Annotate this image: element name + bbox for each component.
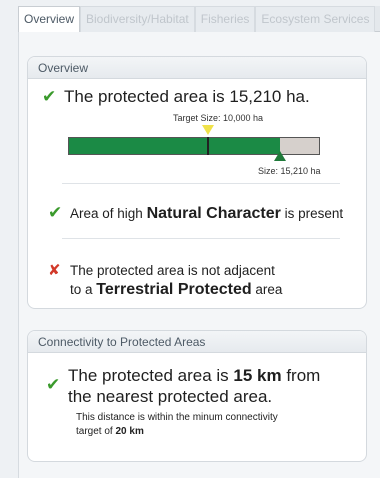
tab-biodiversity-habitat[interactable]: Biodiversity/Habitat [80, 6, 195, 32]
target-line [206, 137, 209, 155]
terrestrial-row: ✘ The protected area is not adjacent to … [48, 261, 282, 299]
connectivity-line1: The protected area is 15 km from [68, 365, 320, 386]
connectivity-note-line1: This distance is within the minum connec… [76, 412, 278, 423]
target-size-label: Target Size: 10,000 ha [173, 113, 264, 123]
natural-pre: Area of high [70, 205, 143, 221]
area-size-text: The protected area is 15,210 ha. [64, 87, 310, 106]
area-size-row: ✔ The protected area is 15,210 ha. [42, 87, 310, 107]
check-icon: ✔ [46, 375, 61, 394]
tab-overview[interactable]: Overview [18, 6, 81, 33]
connectivity-panel-header: Connectivity to Protected Areas [28, 331, 366, 353]
connectivity-note-strong: 20 km [115, 426, 144, 437]
natural-character-row: ✔ Area of high Natural Character is pres… [48, 203, 343, 223]
connectivity-note-pre: target of [76, 426, 113, 437]
tab-fisheries[interactable]: Fisheries [194, 6, 256, 32]
terrestrial-line1: The protected area is not adjacent [70, 263, 275, 278]
connectivity-post: from [286, 366, 321, 385]
connectivity-note-line2: target of 20 km [76, 425, 278, 439]
cross-icon: ✘ [48, 262, 61, 279]
overview-panel: Overview ✔ The protected area is 15,210 … [27, 56, 367, 309]
divider [62, 238, 340, 239]
natural-strong: Natural Character [146, 204, 281, 222]
size-bar-fill [69, 138, 281, 154]
target-marker-icon [201, 125, 214, 135]
terrestrial-line2: to a Terrestrial Protected area [70, 280, 282, 299]
natural-post: is present [284, 205, 344, 221]
connectivity-pre: The protected area is [68, 366, 229, 385]
connectivity-row: ✔ The protected area is 15 km from the n… [46, 365, 320, 407]
tab-bar: Overview Biodiversity/Habitat Fisheries … [18, 6, 380, 33]
terrestrial-text: The protected area is not adjacent to a … [70, 261, 282, 299]
size-marker-icon [274, 151, 287, 161]
check-icon: ✔ [48, 203, 63, 222]
connectivity-distance: 15 km [233, 366, 282, 385]
tab-ecosystem-services[interactable]: Ecosystem Services [255, 6, 376, 32]
tab-content: Overview ✔ The protected area is 15,210 … [18, 32, 380, 478]
divider [62, 183, 340, 184]
terrestrial-strong: Terrestrial Protected [96, 281, 252, 298]
connectivity-line2: the nearest protected area. [68, 387, 273, 406]
overview-panel-header: Overview [28, 57, 366, 79]
connectivity-panel: Connectivity to Protected Areas ✔ The pr… [27, 330, 367, 462]
terrestrial-pre: to a [70, 282, 93, 297]
connectivity-note: This distance is within the minum connec… [76, 411, 278, 439]
check-icon: ✔ [42, 87, 57, 106]
terrestrial-post: area [255, 282, 283, 297]
size-label: Size: 15,210 ha [258, 166, 321, 176]
natural-character-text: Area of high Natural Character is presen… [70, 204, 343, 223]
connectivity-text: The protected area is 15 km from the nea… [68, 365, 320, 407]
